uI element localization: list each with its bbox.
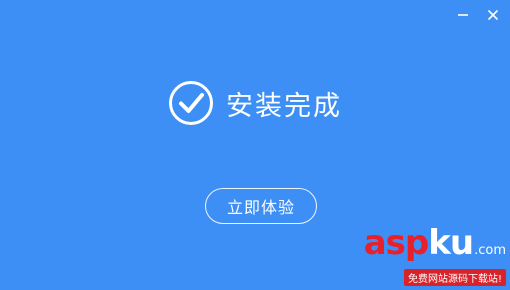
watermark-logo-red: asp (363, 223, 430, 263)
install-status: 安装完成 (0, 80, 510, 126)
installer-window: 安装完成 立即体验 asp ku .com 免费网站源码下载站! (0, 0, 510, 290)
watermark-subtitle: 免费网站源码下载站! (403, 269, 506, 286)
site-watermark: asp ku .com 免费网站源码下载站! (364, 226, 506, 286)
try-now-button[interactable]: 立即体验 (205, 188, 317, 224)
install-complete-text: 安装完成 (226, 90, 342, 122)
watermark-logo: asp ku .com (364, 226, 506, 268)
check-circle-icon (169, 81, 213, 125)
window-controls (454, 6, 502, 24)
watermark-logo-suffix: .com (474, 243, 506, 258)
close-button[interactable] (484, 6, 502, 24)
watermark-logo-white: ku (428, 223, 474, 263)
close-icon (487, 9, 499, 21)
minimize-button[interactable] (454, 6, 472, 24)
minimize-icon (458, 14, 468, 16)
